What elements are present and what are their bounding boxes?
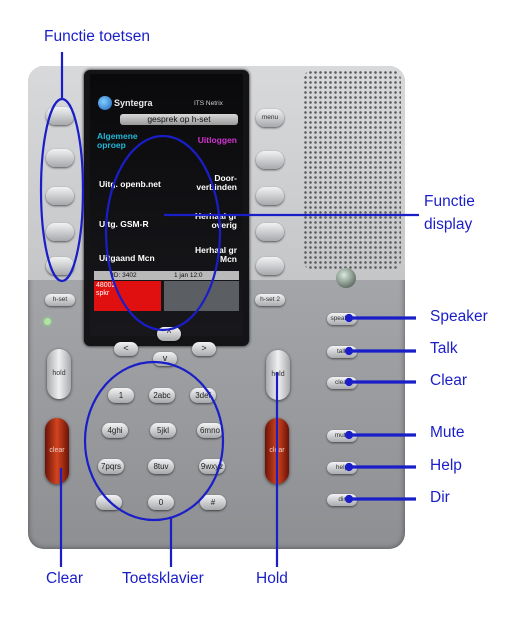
mute-dot: [344, 430, 354, 440]
clear-right-dot: [344, 377, 354, 387]
talk-dot: [344, 346, 354, 356]
label-toetsklavier: Toetsklavier: [122, 570, 204, 587]
keypad-highlight-ellipse: [83, 360, 225, 522]
label-mute: Mute: [430, 424, 465, 441]
label-clear-bottom: Clear: [46, 570, 84, 587]
label-functie-display-line2: display: [424, 216, 473, 233]
help-dot: [344, 462, 354, 472]
label-hold: Hold: [256, 570, 288, 587]
dir-dot: [344, 494, 354, 504]
label-dir: Dir: [430, 489, 450, 506]
label-clear-right: Clear: [430, 372, 468, 389]
softkeys-highlight-ellipse: [39, 97, 85, 283]
label-functie-toetsen: Functie toetsen: [44, 28, 150, 45]
speaker-dot: [344, 313, 354, 323]
label-help: Help: [430, 457, 462, 474]
label-talk: Talk: [430, 340, 458, 357]
label-speaker: Speaker: [430, 308, 488, 325]
label-functie-display-line1: Functie: [424, 193, 475, 210]
display-highlight-ellipse: [104, 134, 222, 332]
